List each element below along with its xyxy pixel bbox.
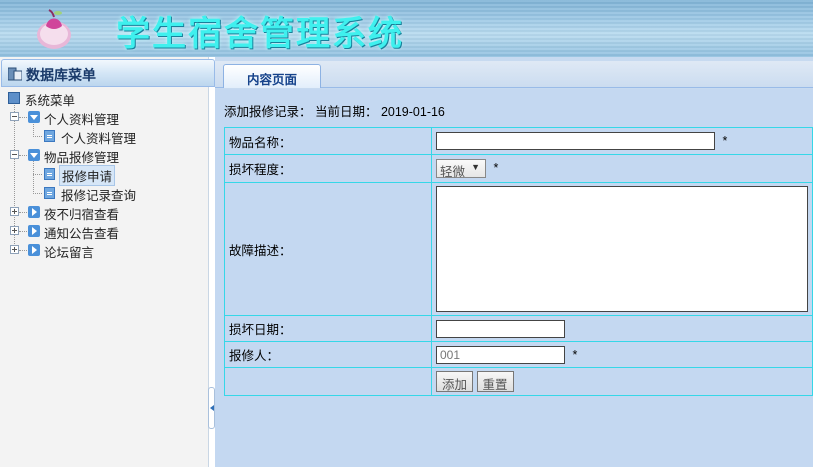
sidebar-item-personal-info[interactable]: 个人资料管理: [0, 127, 209, 146]
folder-closed-icon: [28, 244, 40, 256]
document-icon: [44, 130, 55, 142]
reporter-cell: *: [431, 341, 813, 368]
app-title: 学生宿舍管理系统: [116, 14, 404, 54]
damage-date-label: 损坏日期：: [224, 315, 432, 342]
description-cell: [431, 182, 813, 316]
damage-level-selected-value: 轻微: [440, 165, 466, 179]
sidebar-item-label: 个人资料管理: [61, 132, 137, 146]
expand-toggle-icon[interactable]: [10, 226, 19, 235]
description-label: 故障描述：: [224, 182, 432, 316]
tree-guide-line: [19, 155, 27, 156]
sidebar: 数据库菜单 系统菜单 个人资料管理 个人资料管理 物品报修管理 报修申请 报修记…: [0, 57, 215, 467]
reset-button[interactable]: 重置: [476, 371, 514, 392]
tab-content-page[interactable]: 内容页面: [223, 64, 321, 88]
sidebar-item-label: 论坛留言: [44, 246, 95, 260]
tree-guide-line: [33, 136, 42, 137]
damage-level-select[interactable]: 轻微 ▼: [436, 159, 486, 179]
actions-cell: 添加 重置: [431, 367, 813, 396]
folder-closed-icon: [28, 206, 40, 218]
sidebar-item-repair-group[interactable]: 物品报修管理: [0, 146, 209, 165]
sidebar-item-overnight-absence[interactable]: 夜不归宿查看: [0, 203, 209, 222]
repair-form: 物品名称： * 损坏程度： 轻微 ▼ * 故障描述： 损坏日期： 报修人： 00…: [224, 127, 813, 396]
expand-toggle-icon[interactable]: [10, 245, 19, 254]
tree-root-label: 系统菜单: [25, 94, 76, 108]
sidebar-item-label: 通知公告查看: [44, 227, 120, 241]
folder-closed-icon: [28, 225, 40, 237]
content-panel: 内容页面 添加报修记录： 当前日期： 2019-01-16 物品名称： * 损坏…: [215, 57, 813, 467]
tree-guide-line: [33, 193, 42, 194]
form-row-damage-date: 损坏日期：: [224, 315, 813, 342]
damage-level-cell: 轻微 ▼ *: [431, 154, 813, 183]
sidebar-item-repair-request[interactable]: 报修申请: [0, 165, 209, 186]
damage-date-cell: [431, 315, 813, 342]
sidebar-item-notices[interactable]: 通知公告查看: [0, 222, 209, 241]
reporter-label: 报修人：: [224, 341, 432, 368]
document-icon: [44, 168, 55, 180]
sidebar-item-repair-records[interactable]: 报修记录查询: [0, 184, 209, 203]
sidebar-item-label: 报修记录查询: [61, 189, 137, 203]
damage-date-input[interactable]: [436, 319, 565, 338]
tree-guide-line: [19, 250, 27, 251]
folder-open-icon: [28, 149, 40, 161]
sidebar-item-label: 物品报修管理: [44, 151, 120, 165]
sidebar-collapse-handle[interactable]: [208, 387, 215, 429]
actions-label-cell: [224, 367, 432, 396]
folder-open-icon: [28, 111, 40, 123]
app-header: 学生宿舍管理系统: [0, 0, 813, 57]
damage-level-label: 损坏程度：: [224, 154, 432, 183]
document-icon: [44, 187, 55, 199]
form-row-actions: 添加 重置: [224, 367, 813, 396]
sidebar-header: 数据库菜单: [1, 59, 215, 87]
description-textarea[interactable]: [436, 186, 808, 312]
sidebar-title: 数据库菜单: [26, 67, 96, 83]
tree-root[interactable]: 系统菜单: [0, 89, 209, 108]
sidebar-item-label: 夜不归宿查看: [44, 208, 120, 222]
sidebar-item-label: 个人资料管理: [44, 113, 120, 127]
tree-guide-line: [19, 231, 27, 232]
add-button[interactable]: 添加: [436, 371, 474, 392]
item-name-input[interactable]: [436, 132, 715, 150]
dropdown-arrow-icon: ▼: [471, 162, 480, 172]
required-mark: *: [722, 134, 728, 148]
required-mark: *: [493, 160, 499, 175]
collapse-toggle-icon[interactable]: [10, 112, 19, 121]
tree-guide-line: [33, 174, 42, 175]
item-name-label: 物品名称：: [224, 127, 432, 155]
collapse-toggle-icon[interactable]: [10, 150, 19, 159]
page-heading: 添加报修记录： 当前日期： 2019-01-16: [224, 105, 445, 119]
database-icon: [8, 67, 22, 81]
apple-logo-icon: [37, 9, 71, 49]
form-row-description: 故障描述：: [224, 182, 813, 316]
sidebar-item-forum[interactable]: 论坛留言: [0, 241, 209, 260]
root-menu-icon: [8, 92, 20, 104]
form-row-item-name: 物品名称： *: [224, 127, 813, 155]
form-row-reporter: 报修人： *: [224, 341, 813, 368]
tree-guide-line: [19, 117, 27, 118]
item-name-cell: *: [431, 127, 813, 155]
sidebar-item-personal-info-group[interactable]: 个人资料管理: [0, 108, 209, 127]
tab-bar: 内容页面: [215, 61, 813, 88]
tree-guide-line: [19, 212, 27, 213]
sidebar-item-label: 报修申请: [59, 165, 116, 186]
reporter-input[interactable]: [436, 345, 565, 364]
form-row-damage-level: 损坏程度： 轻微 ▼ *: [224, 154, 813, 183]
expand-toggle-icon[interactable]: [10, 207, 19, 216]
required-mark: *: [572, 347, 578, 362]
